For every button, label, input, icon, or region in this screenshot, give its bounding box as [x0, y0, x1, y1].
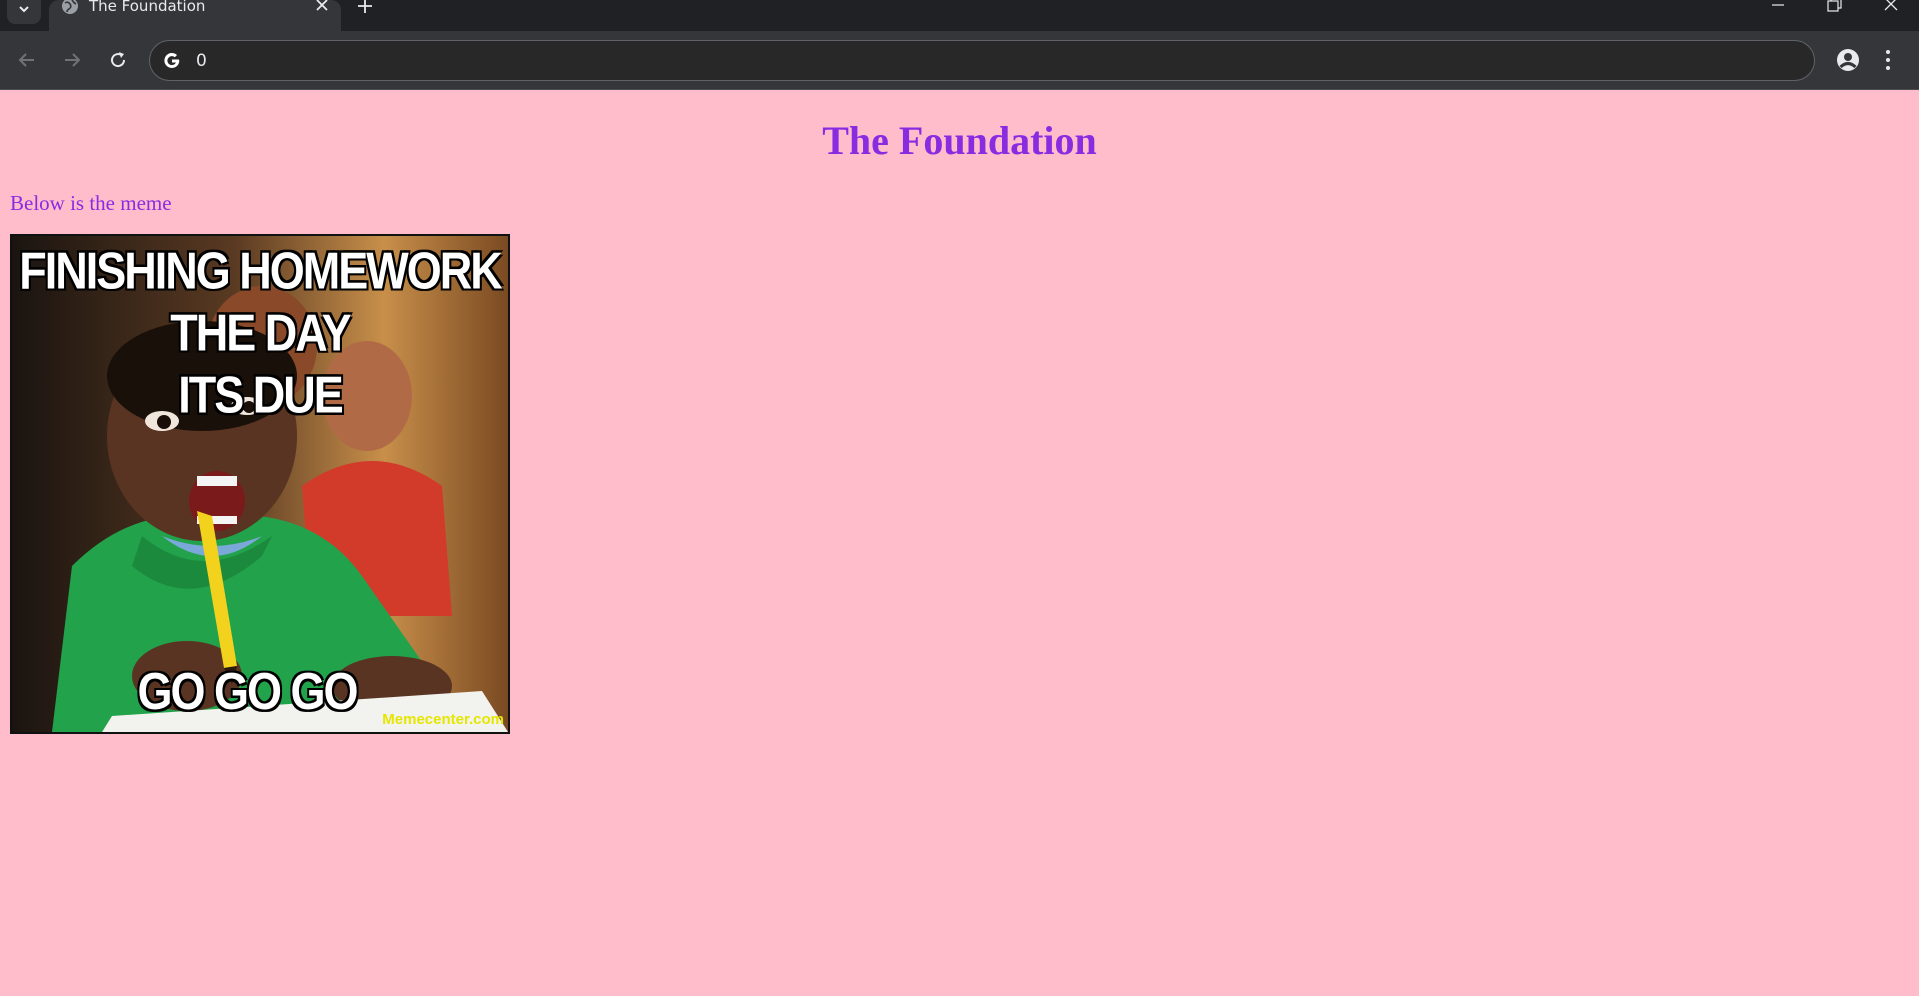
back-button[interactable]	[15, 48, 39, 72]
forward-button[interactable]	[60, 48, 84, 72]
account-icon[interactable]	[1836, 48, 1860, 72]
arrow-left-icon	[18, 53, 34, 67]
meme-image: FINISHING HOMEWORK THE DAY ITS DUE GO GO…	[10, 234, 510, 734]
restore-icon[interactable]	[1824, 0, 1844, 14]
meme-watermark: Memecenter.com	[382, 711, 504, 728]
globe-icon	[62, 0, 78, 14]
meme-top-caption: FINISHING HOMEWORK THE DAY ITS DUE	[19, 241, 502, 424]
more-vert-icon[interactable]	[1884, 47, 1892, 73]
tab-active[interactable]: The Foundation	[49, 0, 341, 31]
tab-strip: The Foundation	[0, 0, 1919, 31]
page-title: The Foundation	[822, 118, 1097, 163]
reload-icon	[111, 52, 126, 68]
tab-search-button[interactable]	[7, 0, 41, 24]
minimize-icon[interactable]	[1768, 0, 1788, 14]
tab-title: The Foundation	[89, 0, 206, 15]
address-bar[interactable]: 0	[149, 40, 1815, 81]
browser-toolbar: 0	[0, 31, 1919, 90]
reload-button[interactable]	[106, 48, 130, 72]
arrow-right-icon	[65, 53, 81, 67]
page-content: The Foundation Below is the meme FINISHI…	[0, 90, 1919, 996]
intro-text: Below is the meme	[10, 191, 172, 215]
chevron-down-icon	[19, 6, 29, 13]
close-icon[interactable]	[315, 0, 329, 12]
google-g-icon	[164, 52, 180, 68]
address-text[interactable]: 0	[196, 51, 207, 71]
close-window-icon[interactable]	[1881, 0, 1901, 14]
plus-icon[interactable]	[355, 0, 375, 16]
